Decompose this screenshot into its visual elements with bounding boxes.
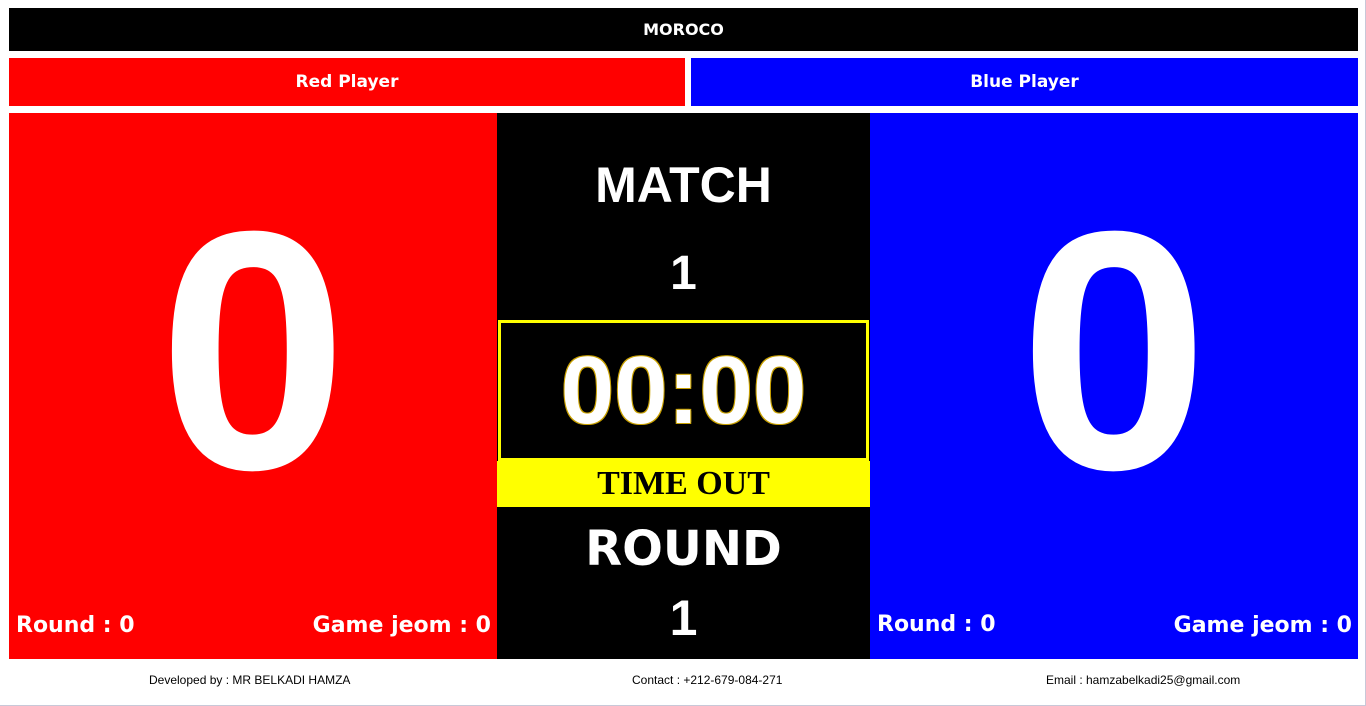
red-score-panel: 0 Round : 0 Game jeom : 0 [9, 113, 497, 659]
country-name: MOROCO [643, 20, 724, 39]
match-center-panel: MATCH 1 00:00 TIME OUT ROUND 1 [497, 113, 870, 659]
blue-score: 0 [1019, 161, 1209, 541]
blue-player-name: Blue Player [970, 72, 1079, 92]
match-number: 1 [670, 247, 697, 300]
timer-display: 00:00 [560, 336, 807, 444]
red-score: 0 [158, 161, 348, 541]
blue-score-panel: 0 Round : 0 Game jeom : 0 [870, 113, 1358, 659]
time-out-label: TIME OUT [597, 465, 770, 502]
country-title-bar: MOROCO [9, 8, 1358, 51]
red-player-name-bar: Red Player [9, 58, 685, 106]
red-game-jeom: Game jeom : 0 [312, 613, 491, 638]
contact-info: Contact : +212-679-084-271 [632, 673, 783, 687]
blue-game-jeom: Game jeom : 0 [1173, 613, 1352, 638]
round-label: ROUND [585, 521, 782, 577]
red-player-name: Red Player [295, 72, 399, 92]
match-label: MATCH [595, 157, 772, 213]
round-number: 1 [669, 590, 698, 646]
time-out-status: TIME OUT [497, 461, 870, 507]
blue-player-name-bar: Blue Player [691, 58, 1358, 106]
email-info: Email : hamzabelkadi25@gmail.com [1046, 673, 1241, 687]
developer-credit: Developed by : MR BELKADI HAMZA [149, 673, 351, 687]
timer-box: 00:00 [498, 320, 869, 461]
red-round-count: Round : 0 [16, 613, 135, 638]
blue-round-count: Round : 0 [877, 612, 996, 637]
